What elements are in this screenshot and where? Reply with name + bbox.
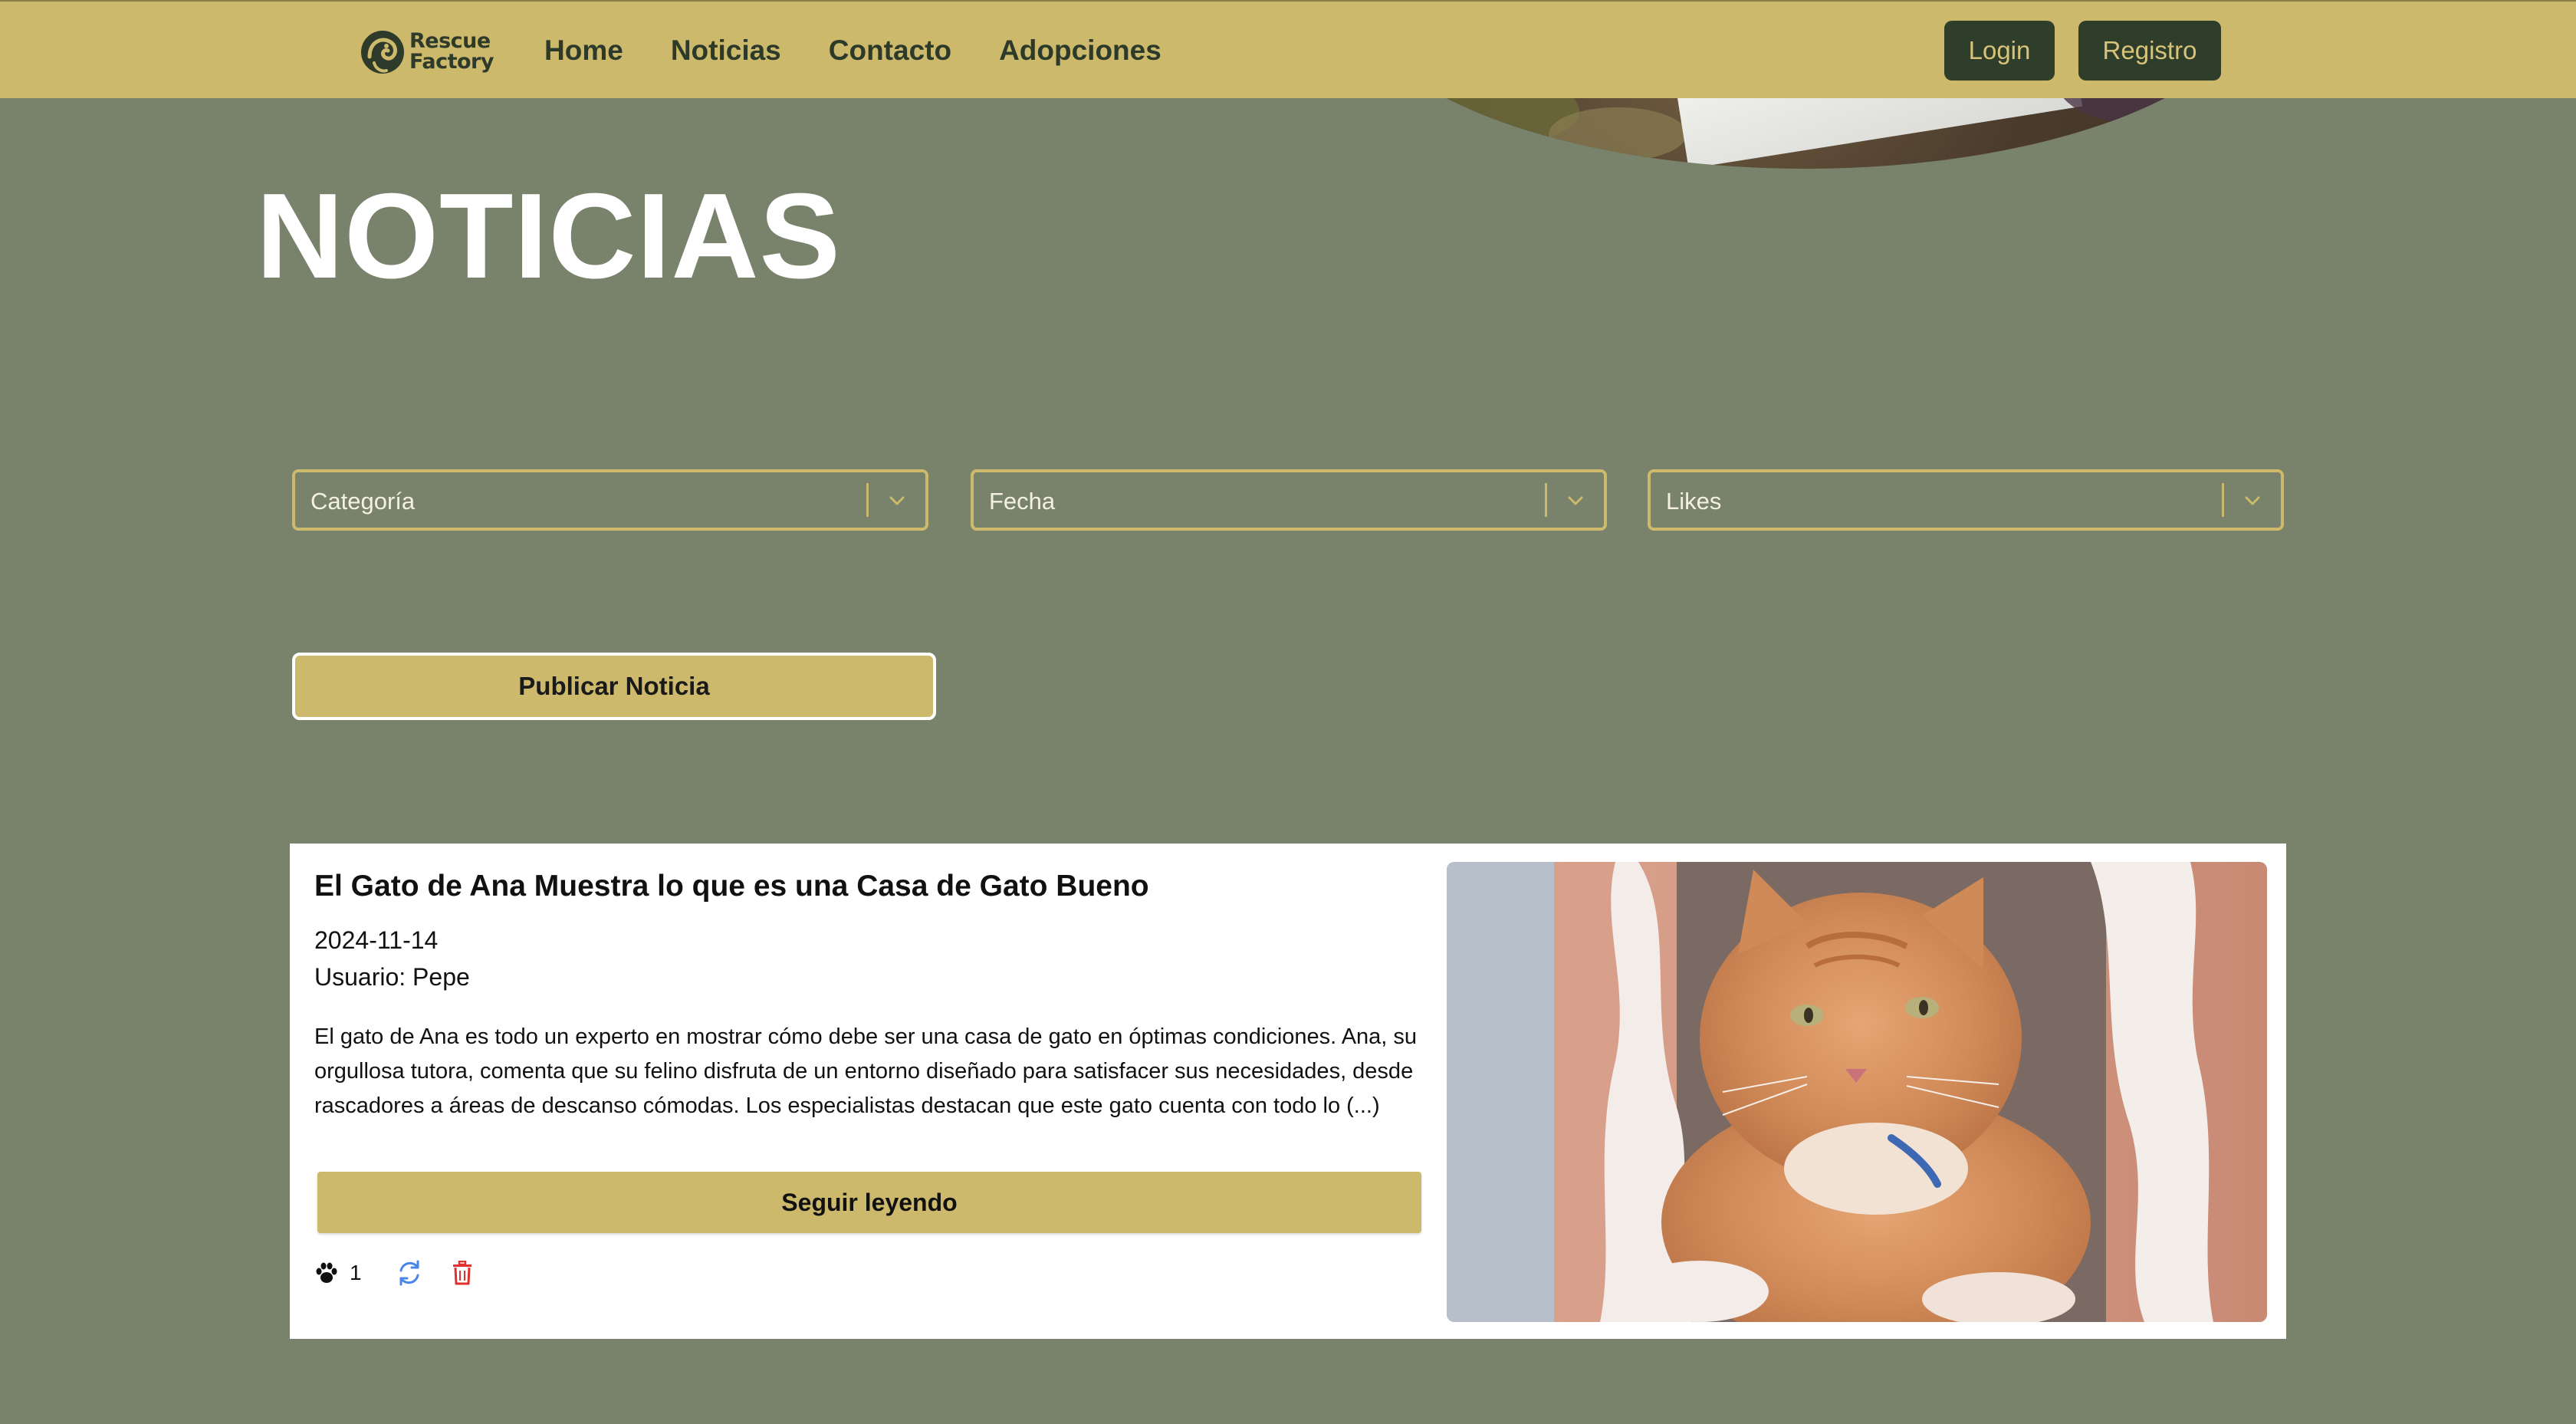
category-select[interactable]: Categoría [292, 469, 928, 531]
brand-line1: Rescue [409, 29, 491, 53]
trash-icon[interactable] [451, 1261, 474, 1285]
brand-name: Rescue Factory [409, 31, 494, 72]
nav-link-contacto[interactable]: Contacto [829, 31, 951, 71]
main-nav: Home Noticias Contacto Adopciones [544, 31, 1209, 71]
news-actions: 1 [314, 1258, 474, 1288]
news-title: El Gato de Ana Muestra lo que es una Cas… [314, 870, 1149, 903]
like-count: 1 [350, 1261, 362, 1284]
logo-dog-icon [361, 31, 404, 74]
cat-photo [1447, 862, 2267, 1322]
navbar: Rescue Factory Home Noticias Contacto Ad… [0, 0, 2576, 98]
nav-link-adopciones[interactable]: Adopciones [999, 31, 1162, 71]
news-excerpt: El gato de Ana es todo un experto en mos… [314, 1024, 1418, 1118]
news-date: 2024-11-14 [314, 926, 439, 954]
news-author: Usuario: Pepe [314, 963, 470, 991]
select-divider [2222, 483, 2224, 517]
chevron-down-icon [1568, 496, 1583, 505]
chevron-down-icon [2245, 496, 2260, 505]
likes-select[interactable]: Likes [1648, 469, 2284, 531]
category-select-value: Categoría [310, 488, 416, 515]
news-image [1447, 862, 2267, 1322]
paw-icon[interactable] [314, 1261, 339, 1285]
brand-line2: Factory [409, 50, 494, 74]
date-select-value: Fecha [989, 488, 1056, 515]
select-divider [1545, 483, 1547, 517]
page-title: NOTICIAS [256, 169, 841, 304]
read-more-button[interactable]: Seguir leyendo [317, 1172, 1421, 1233]
publish-news-button[interactable]: Publicar Noticia [292, 653, 936, 720]
chevron-down-icon [889, 496, 905, 505]
likes-select-value: Likes [1666, 488, 1722, 515]
brand-logo[interactable]: Rescue Factory [359, 25, 497, 78]
registro-button[interactable]: Registro [2078, 21, 2221, 81]
select-divider [866, 483, 869, 517]
news-card: El Gato de Ana Muestra lo que es una Cas… [290, 844, 2286, 1339]
nav-link-noticias[interactable]: Noticias [671, 31, 781, 71]
login-button[interactable]: Login [1944, 21, 2055, 81]
refresh-icon[interactable] [394, 1258, 425, 1288]
date-select[interactable]: Fecha [971, 469, 1607, 531]
nav-link-home[interactable]: Home [544, 31, 623, 71]
